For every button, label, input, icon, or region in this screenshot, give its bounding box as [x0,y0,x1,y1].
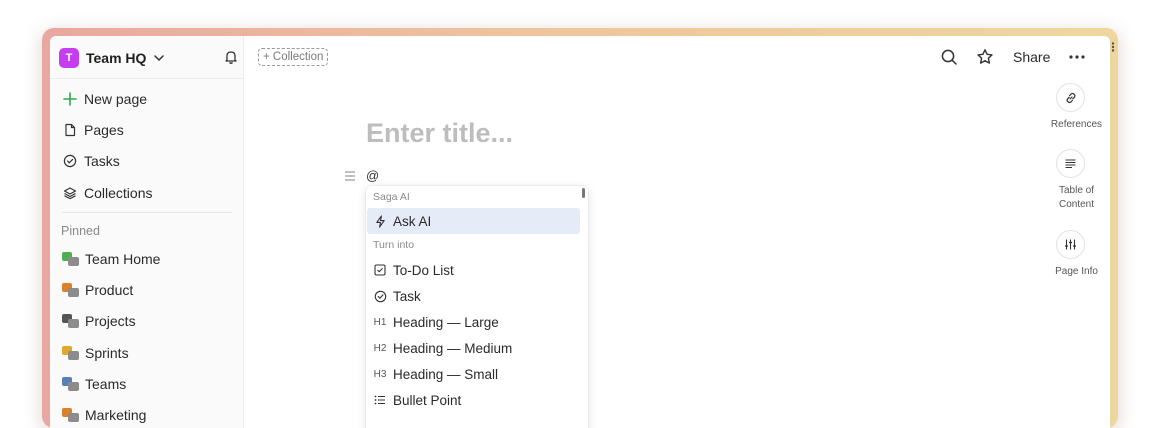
page-emoji-icon [62,282,80,298]
menu-item-todo-list[interactable]: To-Do List [367,257,580,283]
add-collection-button[interactable]: + Collection [258,48,329,66]
app-window: T Team HQ New page Pages Tasks Collectio… [50,36,1110,428]
menu-item-label: Heading — Medium [393,340,513,356]
pinned-item-marketing[interactable]: Marketing [62,404,146,426]
sidebar-item-label: Pages [84,122,124,138]
sidebar-item-tasks[interactable]: Tasks [62,150,120,172]
menu-item-label: Task [393,288,421,304]
check-circle-icon [62,153,78,169]
h3-icon: H3 [373,368,387,380]
menu-item-bullet-point[interactable]: Bullet Point [367,387,580,413]
pinned-item-label: Sprints [85,345,129,361]
sidebar-item-new-page[interactable]: New page [62,88,147,110]
references-label: References [1050,119,1103,130]
pinned-item-sprints[interactable]: Sprints [62,342,129,364]
table-of-content-button[interactable] [1056,149,1085,178]
page-emoji-icon [62,345,80,361]
window-grip-icon[interactable] [1111,42,1115,52]
menu-item-heading-medium[interactable]: H2 Heading — Medium [367,335,580,361]
layers-icon [62,185,78,201]
menu-item-ask-ai[interactable]: Ask AI [367,208,580,234]
lightning-icon [373,214,387,228]
workspace-badge: T [59,48,79,68]
page-emoji-icon [62,376,80,392]
page-title-input[interactable]: Enter title... [366,118,513,149]
workspace-name: Team HQ [86,50,147,66]
document-icon [62,122,78,138]
menu-section-label: Saga AI [373,191,410,203]
menu-item-heading-small[interactable]: H3 Heading — Small [367,361,580,387]
menu-item-label: Heading — Large [393,314,499,330]
sidebar: T Team HQ New page Pages Tasks Collectio… [50,36,244,428]
menu-section-label: Turn into [373,239,415,251]
menu-item-label: Heading — Small [393,366,499,382]
sidebar-item-label: Collections [84,185,153,201]
page-info-button[interactable] [1056,230,1085,259]
bell-icon[interactable] [223,49,239,65]
references-button[interactable] [1056,83,1085,112]
main-editor: + Collection Share Enter title... @ Saga… [244,36,1110,428]
menu-item-label: To-Do List [393,262,454,278]
page-emoji-icon [62,251,80,267]
menu-item-label: Bullet Point [393,392,462,408]
plus-icon [62,91,78,107]
pinned-item-label: Product [85,282,134,298]
page-emoji-icon [62,407,80,423]
menu-item-label: Ask AI [393,213,432,229]
page-info-label: Page Info [1055,266,1098,277]
check-circle-icon [373,289,387,303]
menu-item-task[interactable]: Task [367,283,580,309]
more-options-icon[interactable] [1068,48,1086,66]
search-icon[interactable] [940,48,958,66]
h2-icon: H2 [373,342,387,354]
pinned-item-label: Marketing [85,407,147,423]
link-icon [1066,92,1075,103]
sidebar-divider [50,78,244,79]
chevron-down-icon [154,55,165,62]
pinned-item-label: Teams [85,376,127,392]
share-button[interactable]: Share [1013,49,1050,65]
pinned-item-label: Projects [85,313,136,329]
workspace-switcher[interactable]: T Team HQ [59,48,239,68]
list-icon [373,393,387,407]
pinned-section-label: Pinned [61,224,100,238]
pinned-item-team-home[interactable]: Team Home [62,248,160,270]
menu-item-heading-large[interactable]: H1 Heading — Large [367,309,580,335]
menu-scrollbar[interactable] [582,188,585,198]
pinned-item-teams[interactable]: Teams [62,373,126,395]
pinned-item-projects[interactable]: Projects [62,310,136,332]
drag-handle-icon[interactable] [344,170,356,182]
mention-menu: Saga AI Ask AI Turn into To-Do List Task… [366,186,588,428]
screenshot-stage: T Team HQ New page Pages Tasks Collectio… [0,0,1158,428]
pinned-item-product[interactable]: Product [62,279,133,301]
sliders-icon [1065,239,1076,250]
h1-icon: H1 [373,316,387,328]
sidebar-item-label: New page [84,91,148,107]
sidebar-item-collections[interactable]: Collections [62,182,152,204]
editor-block-text[interactable]: @ [366,168,379,183]
sidebar-item-pages[interactable]: Pages [62,119,124,141]
toc-icon [1065,159,1076,169]
sidebar-divider [62,212,232,213]
pinned-item-label: Team Home [85,251,161,267]
table-of-content-label: Table of Content [1058,185,1095,210]
sidebar-item-label: Tasks [84,153,120,169]
page-emoji-icon [62,313,80,329]
checkbox-icon [373,263,387,277]
star-icon[interactable] [976,48,994,66]
